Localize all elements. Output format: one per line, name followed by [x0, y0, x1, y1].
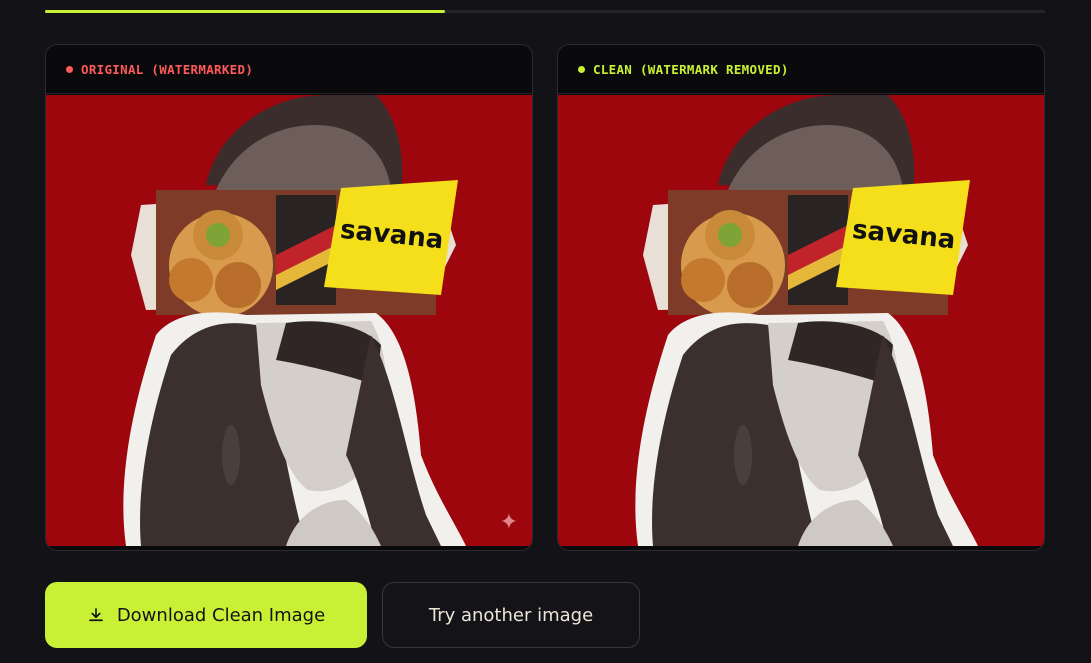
original-label: ORIGINAL (WATERMARKED) [81, 61, 254, 77]
clean-panel-header: CLEAN (WATERMARK REMOVED) [558, 45, 1044, 94]
download-icon [88, 608, 103, 622]
try-another-label: Try another image [428, 604, 594, 626]
original-panel-header: ORIGINAL (WATERMARKED) [46, 45, 532, 94]
clean-image: savana [558, 95, 1044, 546]
try-another-image-button[interactable]: Try another image [382, 582, 640, 648]
progress-track [45, 10, 1045, 13]
download-clean-image-button[interactable]: Download Clean Image [45, 582, 367, 648]
progress-fill [45, 10, 445, 13]
watermark-sparkle-icon: ✦ [499, 510, 518, 535]
original-panel: ORIGINAL (WATERMARKED) savana ✦ [45, 44, 533, 551]
status-dot-icon [578, 65, 585, 73]
clean-panel: CLEAN (WATERMARK REMOVED) savana [557, 44, 1045, 551]
clean-label: CLEAN (WATERMARK REMOVED) [593, 61, 789, 77]
status-dot-icon [66, 65, 73, 73]
download-button-label: Download Clean Image [116, 604, 326, 626]
original-image: savana ✦ [46, 95, 532, 546]
